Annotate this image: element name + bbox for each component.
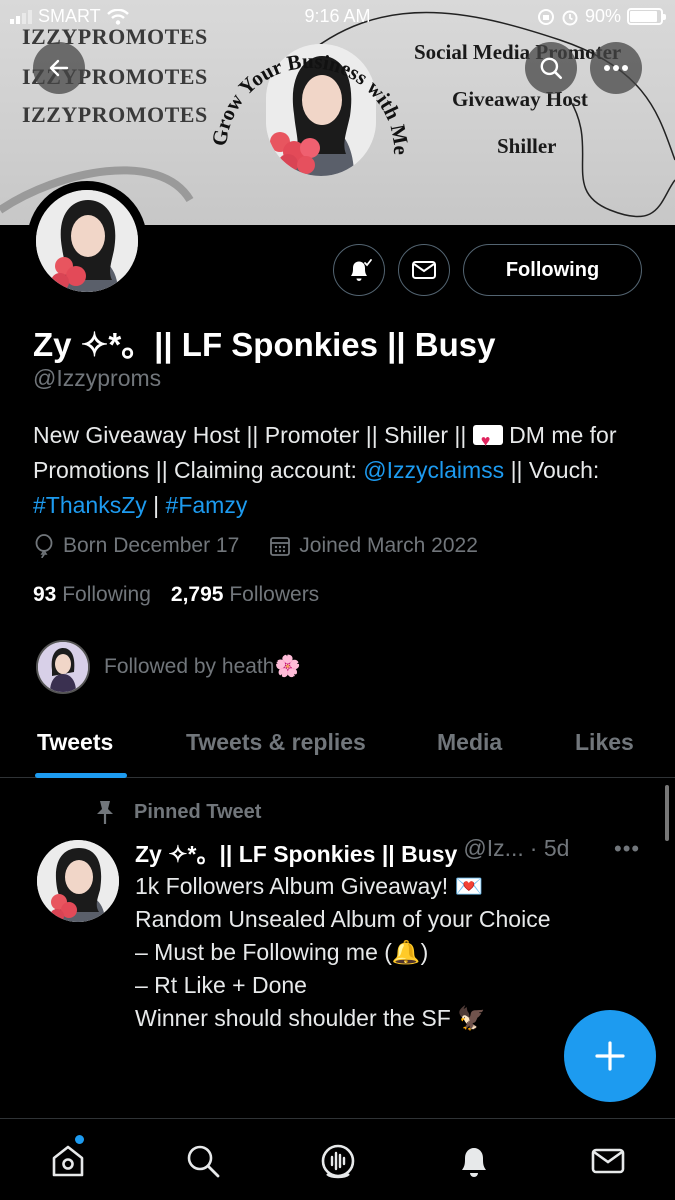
home-icon: [52, 1145, 84, 1177]
banner-arc-text: Grow Your Business with Me: [207, 49, 413, 155]
search-button[interactable]: [525, 42, 577, 94]
profile-bio: New Giveaway Host || Promoter || Shiller…: [33, 418, 658, 523]
join-date: Joined March 2022: [299, 534, 478, 557]
tweet-author-name[interactable]: Zy ✧*。|| LF Sponkies || Busy: [135, 835, 457, 869]
compose-tweet-button[interactable]: [564, 1010, 656, 1102]
nav-home[interactable]: [48, 1135, 88, 1181]
battery-percent: 90%: [584, 6, 621, 26]
tweet-line: Random Unsealed Album of your Choice: [135, 906, 551, 932]
pin-icon: [97, 801, 113, 824]
nav-notifications[interactable]: [454, 1141, 494, 1181]
profile-avatar[interactable]: [27, 181, 147, 301]
scrollbar[interactable]: [665, 785, 669, 841]
profile-handle: @Izzyproms: [33, 365, 162, 391]
bio-text: |: [146, 492, 166, 518]
more-options-button[interactable]: [590, 42, 642, 94]
back-arrow-icon: [49, 59, 69, 77]
love-letter-emoji: [472, 424, 503, 459]
balloon-icon: [35, 534, 53, 558]
nav-messages[interactable]: [588, 1141, 628, 1181]
more-icon: [604, 65, 628, 71]
tweet-line: Winner should shoulder the SF 🦅: [135, 1005, 486, 1031]
pinned-tweet-label: Pinned Tweet: [92, 799, 261, 825]
follow-counts: 93 Following 2,795 Followers: [33, 583, 319, 607]
profile-meta: Born December 17 Joined March 2022: [33, 534, 478, 558]
tab-tweets-replies[interactable]: Tweets & replies: [186, 729, 366, 756]
spaces-icon: [321, 1144, 355, 1179]
following-count-link[interactable]: 93 Following: [33, 583, 151, 607]
profile-tabs: Tweets Tweets & replies Media Likes: [0, 708, 675, 778]
bio-hashtag-link[interactable]: #Famzy: [166, 492, 248, 518]
bio-text: New Giveaway Host || Promoter || Shiller…: [33, 422, 473, 448]
home-notification-dot: [75, 1135, 84, 1144]
display-name: Zy ✧*。|| LF Sponkies || Busy: [33, 326, 496, 363]
nav-spaces[interactable]: [318, 1141, 358, 1181]
tweet-timestamp[interactable]: · 5d: [530, 835, 570, 869]
orientation-lock-icon: [537, 8, 554, 25]
svg-text:Grow Your Business with Me: Grow Your Business with Me: [207, 49, 413, 155]
back-button[interactable]: [33, 42, 85, 94]
follower-avatar: [36, 640, 90, 694]
bell-check-icon: [351, 259, 372, 281]
status-bar: SMART 9:16 AM 90%: [0, 6, 675, 30]
banner-role: Giveaway Host: [452, 87, 588, 111]
active-tab-indicator: [35, 773, 127, 778]
bio-text: || Vouch:: [504, 457, 600, 483]
bottom-navigation: [0, 1118, 675, 1200]
tweet-author-handle[interactable]: @Iz...: [463, 835, 523, 869]
search-icon: [540, 57, 563, 80]
tab-tweets[interactable]: Tweets: [37, 729, 113, 756]
followers-count-link[interactable]: 2,795 Followers: [171, 583, 319, 607]
tweet-line: – Must be Following me (🔔): [135, 939, 429, 965]
tweet-more-button[interactable]: •••: [614, 836, 640, 862]
calendar-icon: [270, 537, 291, 556]
notifications-icon: [462, 1148, 486, 1177]
followed-by-text: Followed by heath🌸: [104, 655, 301, 678]
birthday: Born December 17: [63, 534, 240, 557]
bio-hashtag-link[interactable]: #ThanksZy: [33, 492, 147, 518]
following-button[interactable]: Following: [463, 244, 642, 296]
tweet-line: – Rt Like + Done: [135, 972, 307, 998]
followed-by-row[interactable]: Followed by heath🌸: [36, 640, 301, 694]
banner-watermark: IZZYPROMOTES: [22, 102, 208, 127]
tweet-header: Zy ✧*。|| LF Sponkies || Busy @Iz... · 5d: [135, 835, 569, 869]
tweet-body[interactable]: 1k Followers Album Giveaway! 💌 Random Un…: [135, 870, 635, 1118]
battery-icon: [627, 8, 666, 25]
alarm-icon: [562, 10, 578, 25]
message-button[interactable]: [398, 244, 450, 296]
tab-likes[interactable]: Likes: [575, 729, 634, 756]
banner-role: Shiller: [497, 134, 557, 158]
nav-search[interactable]: [183, 1141, 223, 1181]
tab-media[interactable]: Media: [437, 729, 502, 756]
notifications-toggle-button[interactable]: [333, 244, 385, 296]
tweet-line: 1k Followers Album Giveaway! 💌: [135, 873, 484, 899]
search-icon: [187, 1145, 220, 1178]
bio-mention-link[interactable]: @Izzyclaimss: [363, 457, 504, 483]
plus-icon: [595, 1041, 625, 1071]
tweet-author-avatar[interactable]: [37, 840, 119, 922]
messages-icon: [591, 1148, 625, 1174]
mail-icon: [412, 261, 436, 279]
